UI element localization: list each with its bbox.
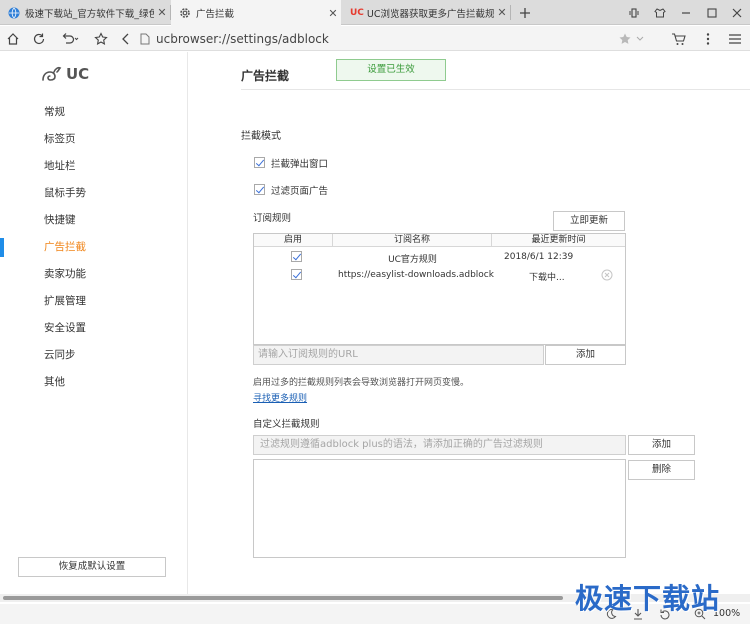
home-icon[interactable] [2,28,24,49]
more-icon[interactable] [697,28,719,49]
sidebar-item-security[interactable]: 安全设置 [0,315,188,342]
subscription-heading: 订阅规则 [253,213,292,224]
warning-text: 启用过多的拦截规则列表会导致浏览器打开网页变慢。 [253,378,470,388]
menu-icon[interactable] [724,28,746,49]
back-icon[interactable] [115,28,137,49]
address-bar[interactable]: ucbrowser://settings/adblock [156,29,596,48]
row-enabled-checkbox[interactable] [291,269,302,280]
column-header-enabled: 启用 [254,234,333,247]
sidebar-item-adblock[interactable]: 广告拦截 [0,234,188,261]
mode-heading: 拦截模式 [241,131,281,142]
find-more-rules-link[interactable]: 寻找更多规则 [253,391,307,404]
refresh-icon[interactable] [28,28,50,49]
delete-rule-button[interactable]: 删除 [628,460,695,480]
row-enabled-checkbox[interactable] [291,251,302,262]
status-badge: 设置已生效 [336,59,446,81]
tab-adblock[interactable]: 广告拦截 ✕ [171,0,341,26]
sidebar-item-tabs[interactable]: 标签页 [0,126,188,153]
tab-title: 极速下载站_官方软件下载_绿色 [25,8,154,20]
title-divider [241,89,750,90]
maximize-icon[interactable] [699,0,725,25]
chevron-down-icon[interactable] [633,28,647,49]
sidebar-item-seller[interactable]: 卖家功能 [0,261,188,288]
column-header-time: 最近更新时间 [492,234,625,247]
row-name: https://easylist-downloads.adblockp... [338,270,494,280]
close-icon[interactable]: ✕ [325,7,341,20]
settings-sidebar: UC 常规 标签页 地址栏 鼠标手势 快捷键 广告拦截 卖家功能 扩展管理 安全… [0,52,188,600]
vibrate-icon[interactable] [621,0,647,25]
tab-title: UC浏览器获取更多广告拦截规 [366,8,494,20]
remove-circle-icon[interactable] [601,269,613,281]
star-outline-icon[interactable] [90,28,112,49]
page-icon [136,28,154,49]
sidebar-item-address-bar[interactable]: 地址栏 [0,153,188,180]
row-time: 下载中... [529,273,565,283]
minimize-icon[interactable] [673,0,699,25]
update-now-button[interactable]: 立即更新 [553,211,625,231]
uc-logo: UC [40,65,89,83]
subscription-url-input[interactable]: 请输入订阅规则的URL [253,345,544,365]
sidebar-item-shortcuts[interactable]: 快捷键 [0,207,188,234]
custom-rule-input[interactable]: 过滤规则遵循adblock plus的语法，请添加正确的广告过滤规则 [253,435,626,455]
row-time: 2018/6/1 12:39 [504,252,574,262]
filter-checkbox-label[interactable]: 过滤页面广告 [271,183,328,197]
add-subscription-button[interactable]: 添加 [545,345,626,365]
close-window-icon[interactable] [724,0,750,25]
undo-icon[interactable] [56,28,84,49]
sidebar-item-cloud-sync[interactable]: 云同步 [0,342,188,369]
nav-bar: ucbrowser://settings/adblock [0,26,750,51]
subscription-table: 启用 订阅名称 最近更新时间 UC官方规则 2018/6/1 12:39 htt… [253,233,626,345]
sidebar-item-other[interactable]: 其他 [0,369,188,396]
popup-checkbox[interactable] [254,157,265,168]
squirrel-icon [42,66,62,81]
page-title: 广告拦截 [241,69,290,83]
new-tab-button[interactable] [512,0,538,25]
logo-text: UC [66,65,90,83]
close-icon[interactable]: ✕ [154,6,170,19]
scrollbar-thumb[interactable] [3,596,563,600]
watermark-text: 极速下载站 [575,582,721,615]
sidebar-item-extensions[interactable]: 扩展管理 [0,288,188,315]
filter-checkbox[interactable] [254,184,265,195]
uc-icon: UC [350,7,364,18]
reset-defaults-button[interactable]: 恢复成默认设置 [18,557,166,577]
add-custom-rule-button[interactable]: 添加 [628,435,695,455]
custom-rules-heading: 自定义拦截规则 [253,419,320,430]
sidebar-item-mouse-gestures[interactable]: 鼠标手势 [0,180,188,207]
tab-uc-rules[interactable]: UC UC浏览器获取更多广告拦截规 ✕ [342,0,510,25]
tab-bar: 极速下载站_官方软件下载_绿色 ✕ 广告拦截 ✕ UC UC浏览器获取更多广告拦… [0,0,750,26]
popup-checkbox-label[interactable]: 拦截弹出窗口 [271,156,328,170]
tab-jisu[interactable]: 极速下载站_官方软件下载_绿色 ✕ [0,0,170,25]
close-icon[interactable]: ✕ [494,6,510,19]
sidebar-item-general[interactable]: 常规 [0,99,188,126]
tab-separator [510,5,511,20]
shirt-icon[interactable] [647,0,673,25]
row-name: UC官方规则 [388,255,437,265]
cart-icon[interactable] [668,28,690,49]
gear-icon [179,7,191,19]
custom-rules-list[interactable] [253,459,626,558]
tab-title: 广告拦截 [196,9,235,20]
globe-icon [8,7,20,19]
column-header-name: 订阅名称 [333,234,492,247]
